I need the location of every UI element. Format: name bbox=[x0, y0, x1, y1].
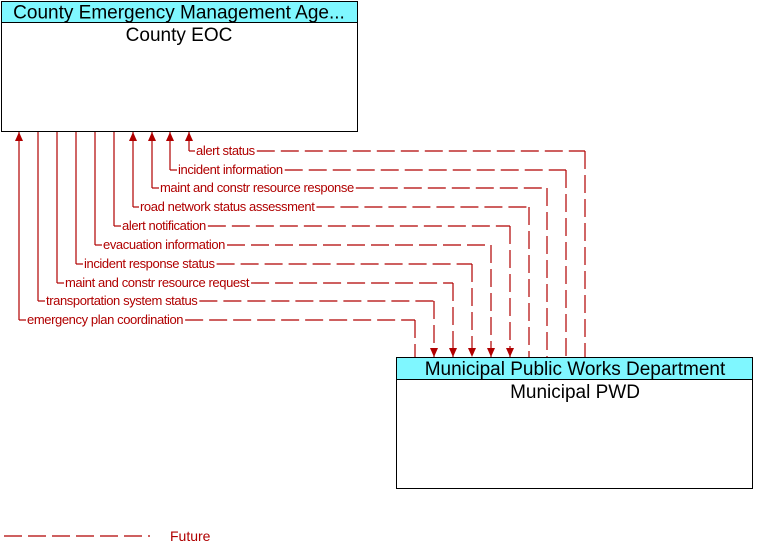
county-node-title: County Emergency Management Age... bbox=[13, 3, 345, 24]
flow-incident-information[interactable]: incident information bbox=[166, 132, 567, 357]
architecture-diagram: County Emergency Management Age... Count… bbox=[1, 1, 753, 544]
flow-label: incident response status bbox=[84, 256, 215, 271]
flow-label: incident information bbox=[178, 162, 283, 177]
flow-label: road network status assessment bbox=[140, 199, 315, 214]
county-node-subtitle: County EOC bbox=[126, 25, 233, 46]
municipal-pwd-node[interactable]: Municipal Public Works Department Munici… bbox=[396, 357, 753, 489]
arrow-up-icon bbox=[148, 132, 156, 141]
flow-label: maint and constr resource request bbox=[65, 275, 250, 290]
arrow-down-icon bbox=[449, 348, 457, 357]
flow-label: maint and constr resource response bbox=[160, 180, 354, 195]
flow-label: evacuation information bbox=[103, 237, 225, 252]
arrow-up-icon bbox=[129, 132, 137, 141]
flow-lines: alert status incident information maint an… bbox=[15, 132, 586, 357]
flow-label: transportation system status bbox=[46, 293, 198, 308]
legend-future-label: Future bbox=[170, 528, 211, 544]
arrow-up-icon bbox=[166, 132, 174, 141]
county-eoc-node[interactable]: County Emergency Management Age... Count… bbox=[1, 1, 358, 132]
arrow-down-icon bbox=[430, 348, 438, 357]
pwd-node-subtitle: Municipal PWD bbox=[510, 382, 640, 403]
pwd-node-title: Municipal Public Works Department bbox=[425, 359, 726, 380]
arrow-up-icon bbox=[185, 132, 193, 141]
flow-label: alert status bbox=[196, 143, 256, 158]
arrow-down-icon bbox=[506, 348, 514, 357]
flow-label: alert notification bbox=[122, 218, 206, 233]
arrow-up-icon bbox=[15, 132, 23, 141]
flow-label: emergency plan coordination bbox=[27, 312, 183, 327]
arrow-down-icon bbox=[487, 348, 495, 357]
arrow-down-icon bbox=[468, 348, 476, 357]
legend: Future bbox=[4, 528, 211, 544]
